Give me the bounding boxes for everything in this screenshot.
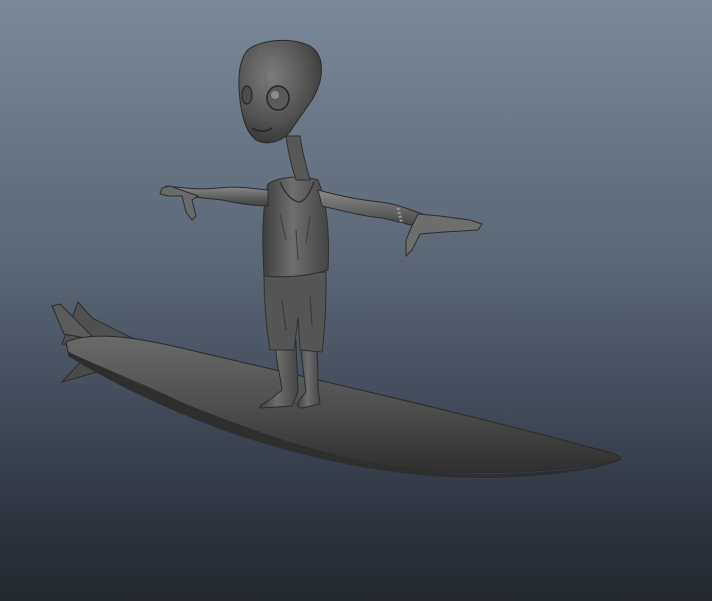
right-eye [241,85,253,105]
surfboard-deck [65,335,622,474]
shorts [263,271,327,353]
scene-render[interactable] [0,0,712,601]
neck [285,135,311,181]
right-hand [405,213,483,258]
3d-viewport[interactable] [0,0,712,601]
left-eye-highlight [271,91,279,99]
surfboard[interactable] [51,301,622,478]
left-eye [266,85,290,111]
alien-character[interactable] [159,39,483,409]
